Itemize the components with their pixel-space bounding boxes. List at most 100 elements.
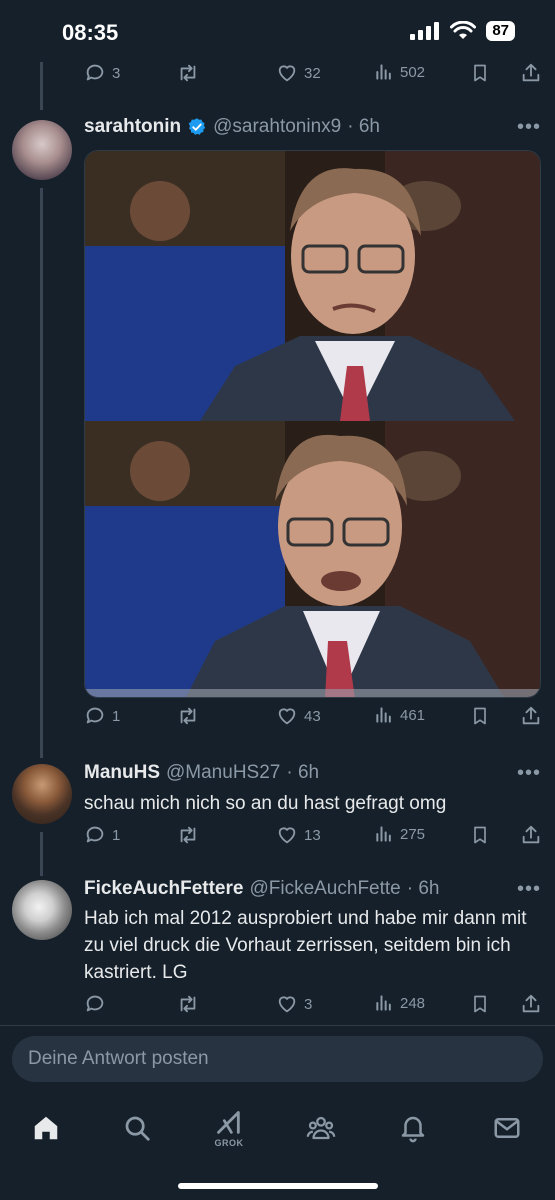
nav-home[interactable] [24, 1106, 68, 1150]
author-handle[interactable]: @FickeAuchFette [249, 878, 400, 900]
nav-communities[interactable] [299, 1106, 343, 1150]
view-count: 461 [400, 706, 426, 724]
reply-icon [86, 995, 104, 1012]
like-count: 3 [304, 995, 313, 1013]
like-button[interactable]: 13 [276, 824, 321, 846]
tweet-actions: 1 13 275 [84, 824, 544, 854]
bookmark-icon [474, 707, 486, 725]
status-bar: 08:35 87 [0, 0, 555, 62]
tweet-time: · 6h [286, 762, 320, 783]
tweet-actions: 1 43 461 [84, 705, 544, 735]
retweet-button[interactable] [176, 993, 200, 1015]
media-image [85, 151, 540, 697]
like-count: 32 [304, 64, 321, 82]
share-icon [522, 706, 540, 725]
bookmark-button[interactable] [470, 993, 490, 1015]
nav-search[interactable] [115, 1106, 159, 1150]
author-name[interactable]: FickeAuchFettere [84, 878, 243, 900]
tweet-text: schau mich nich so an du hast gefragt om… [84, 793, 447, 814]
reply-icon [86, 64, 104, 81]
tweet-text: Hab ich mal 2012 ausprobiert und habe mi… [84, 908, 527, 983]
view-count: 502 [400, 63, 426, 81]
author-name[interactable]: sarahtonin [84, 116, 181, 138]
battery-indicator: 87 [486, 21, 515, 41]
like-button[interactable]: 43 [276, 705, 321, 727]
retweet-icon [180, 707, 196, 725]
avatar[interactable] [12, 764, 72, 824]
views-button[interactable]: 502 [374, 62, 425, 82]
tweet-time: · 6h [406, 878, 440, 899]
views-button[interactable]: 248 [374, 993, 425, 1013]
bookmark-icon [474, 826, 486, 844]
heart-icon [278, 708, 296, 725]
tweet-actions: 3 248 [84, 993, 544, 1023]
reply-count: 1 [112, 707, 121, 725]
more-options-icon[interactable]: ••• [517, 116, 541, 139]
bookmark-button[interactable] [470, 824, 490, 846]
like-button[interactable]: 3 [276, 993, 312, 1015]
tweet-media[interactable] [84, 150, 541, 698]
home-icon [34, 1116, 58, 1140]
retweet-button[interactable] [176, 824, 200, 846]
bottom-navigation: GROK [0, 1096, 555, 1156]
share-button[interactable] [520, 993, 542, 1015]
previous-tweet-actions: 3 32 502 [84, 62, 544, 92]
signal-icon [410, 22, 440, 40]
thread-line [40, 832, 43, 876]
retweet-button[interactable] [176, 62, 200, 84]
divider [0, 1025, 555, 1026]
view-count: 248 [400, 994, 426, 1012]
share-button[interactable] [520, 705, 542, 727]
avatar[interactable] [12, 880, 72, 940]
views-icon [376, 64, 391, 80]
view-count: 275 [400, 825, 426, 843]
bookmark-icon [474, 995, 486, 1013]
grok-label: GROK [214, 1137, 244, 1148]
tweet-time: · 6h [347, 116, 380, 137]
like-count: 43 [304, 707, 321, 725]
retweet-button[interactable] [176, 705, 200, 727]
mail-icon [494, 1118, 520, 1138]
verified-badge-icon [188, 118, 206, 135]
reply-button[interactable] [84, 993, 112, 1015]
bookmark-icon [474, 64, 486, 82]
bookmark-button[interactable] [470, 705, 490, 727]
reply-button[interactable]: 1 [84, 824, 120, 846]
views-button[interactable]: 275 [374, 824, 425, 844]
reply-count: 1 [112, 826, 121, 844]
more-options-icon[interactable]: ••• [517, 762, 541, 785]
reply-button[interactable]: 1 [84, 705, 120, 727]
share-icon [522, 63, 540, 82]
nav-notifications[interactable] [391, 1106, 435, 1150]
reply-button[interactable]: 3 [84, 62, 120, 84]
views-icon [376, 826, 391, 842]
reply-input[interactable]: Deine Antwort posten [12, 1036, 543, 1082]
nav-messages[interactable] [485, 1106, 529, 1150]
share-button[interactable] [520, 62, 542, 84]
grok-icon [217, 1110, 240, 1134]
heart-icon [278, 996, 296, 1013]
author-handle[interactable]: @ManuHS27 [166, 762, 280, 784]
avatar[interactable] [12, 120, 72, 180]
wifi-icon [450, 21, 477, 39]
heart-icon [278, 827, 296, 844]
share-icon [522, 825, 540, 844]
like-count: 13 [304, 826, 321, 844]
author-name[interactable]: ManuHS [84, 762, 160, 784]
share-icon [522, 994, 540, 1013]
author-handle[interactable]: @sarahtoninx9 [213, 116, 341, 138]
bell-icon [401, 1116, 425, 1143]
like-button[interactable]: 32 [276, 62, 321, 84]
reply-icon [86, 707, 104, 724]
nav-grok[interactable]: GROK [207, 1106, 251, 1150]
thread-line [40, 188, 43, 758]
share-button[interactable] [520, 824, 542, 846]
more-options-icon[interactable]: ••• [517, 878, 541, 901]
views-button[interactable]: 461 [374, 705, 425, 725]
retweet-icon [180, 826, 196, 844]
views-icon [376, 707, 391, 723]
thread-line [40, 62, 43, 110]
retweet-icon [180, 64, 196, 82]
bookmark-button[interactable] [470, 62, 490, 84]
home-indicator [178, 1183, 378, 1189]
